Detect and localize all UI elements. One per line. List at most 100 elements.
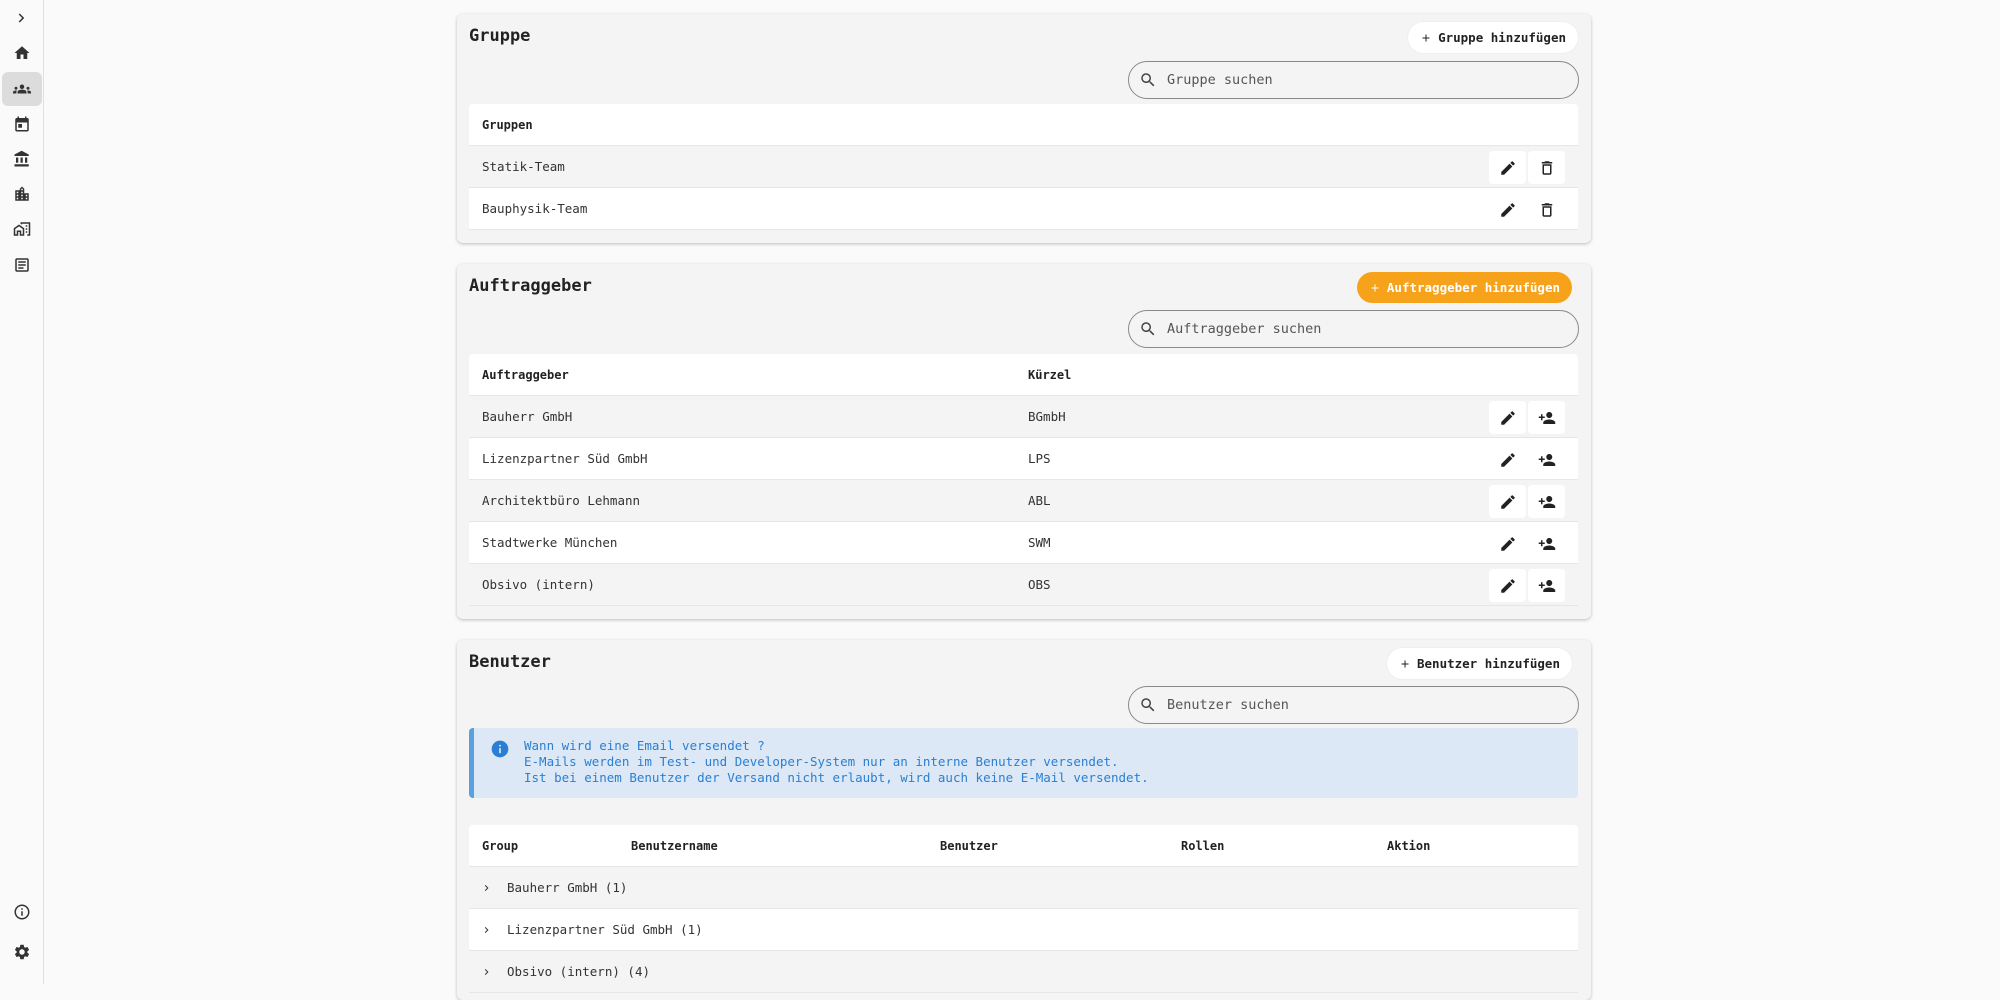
auftraggeber-kuerzel: SWM: [1028, 535, 1051, 550]
table-row[interactable]: Statik-Team: [469, 146, 1578, 188]
table-header: Auftraggeber Kürzel: [469, 354, 1578, 396]
pencil-icon: [1500, 452, 1515, 467]
info-heading: Wann wird eine Email versendet ?: [524, 738, 765, 753]
add-gruppe-button[interactable]: Gruppe hinzufügen: [1408, 22, 1578, 53]
notes-icon: [15, 258, 29, 272]
gruppe-name: Statik-Team: [482, 159, 565, 174]
table-header: Group Benutzername Benutzer Rollen Aktio…: [469, 825, 1578, 867]
pencil-icon: [1500, 494, 1515, 509]
info-icon: [14, 904, 30, 920]
info-line: E-Mails werden im Test- und Developer-Sy…: [524, 754, 1119, 769]
add-auftraggeber-button[interactable]: Auftraggeber hinzufügen: [1356, 272, 1572, 303]
auftraggeber-table: Auftraggeber Kürzel Bauherr GmbH BGmbH L…: [469, 354, 1578, 606]
benutzer-search[interactable]: [1128, 686, 1579, 724]
gruppe-search[interactable]: [1128, 61, 1579, 99]
chevron-right-icon: [484, 968, 489, 975]
table-header: Gruppen: [469, 104, 1578, 146]
person-add-icon: [1538, 537, 1555, 550]
benutzer-search-input[interactable]: [1165, 696, 1545, 714]
person-add-icon: [1538, 495, 1555, 508]
sidebar-item-info[interactable]: [2, 895, 42, 929]
table-row[interactable]: Obsivo (intern) OBS: [469, 564, 1578, 606]
add-person-button[interactable]: [1528, 401, 1565, 434]
auftraggeber-card: Auftraggeber Auftraggeber hinzufügen Auf…: [457, 264, 1591, 619]
chevron-right-icon: [484, 926, 489, 933]
delete-button[interactable]: [1528, 193, 1565, 226]
edit-button[interactable]: [1489, 527, 1526, 560]
gruppe-name: Bauphysik-Team: [482, 201, 588, 216]
table-row[interactable]: Bauherr GmbH BGmbH: [469, 396, 1578, 438]
column-header-benutzername: Benutzername: [631, 838, 718, 853]
add-person-button[interactable]: [1528, 443, 1565, 476]
table-row[interactable]: Lizenzpartner Süd GmbH LPS: [469, 438, 1578, 480]
edit-button[interactable]: [1489, 485, 1526, 518]
table-row[interactable]: Architektbüro Lehmann ABL: [469, 480, 1578, 522]
auftraggeber-kuerzel: ABL: [1028, 493, 1051, 508]
sidebar-item-calendar[interactable]: [2, 107, 42, 141]
sidebar-item-bank[interactable]: [2, 142, 42, 176]
add-gruppe-label: Gruppe hinzufügen: [1438, 30, 1566, 45]
auftraggeber-kuerzel: BGmbH: [1028, 409, 1066, 424]
group-count: (1): [680, 922, 703, 937]
add-benutzer-label: Benutzer hinzufügen: [1417, 656, 1560, 671]
trash-icon: [1541, 202, 1552, 217]
sidebar-item-users[interactable]: [2, 72, 42, 106]
group-count: (4): [627, 964, 650, 979]
edit-button[interactable]: [1489, 443, 1526, 476]
chevron-right-icon: [484, 884, 489, 891]
add-person-button[interactable]: [1528, 485, 1565, 518]
column-header-group: Group: [482, 838, 519, 853]
add-benutzer-button[interactable]: Benutzer hinzufügen: [1387, 648, 1572, 679]
edit-button[interactable]: [1489, 193, 1526, 226]
column-header-gruppen: Gruppen: [482, 117, 533, 132]
column-header-rollen: Rollen: [1181, 838, 1225, 853]
auftraggeber-search-input[interactable]: [1165, 320, 1545, 338]
info-icon: [491, 740, 509, 758]
sidebar: [0, 0, 44, 984]
benutzer-card: Benutzer Benutzer hinzufügen Wann wird e…: [457, 640, 1591, 1000]
sidebar-item-notes[interactable]: [2, 248, 42, 282]
table-row[interactable]: Bauphysik-Team: [469, 188, 1578, 230]
edit-button[interactable]: [1489, 151, 1526, 184]
sidebar-item-settings[interactable]: [2, 935, 42, 969]
gruppe-title: Gruppe: [469, 26, 531, 46]
table-row[interactable]: Stadtwerke München SWM: [469, 522, 1578, 564]
group-row[interactable]: Bauherr GmbH (1): [469, 867, 1578, 909]
chevron-right-icon: [18, 13, 25, 23]
auftraggeber-kuerzel: OBS: [1028, 577, 1051, 592]
group-count: (1): [604, 880, 628, 895]
pencil-icon: [1500, 578, 1515, 593]
auftraggeber-kuerzel: LPS: [1028, 451, 1051, 466]
auftraggeber-name: Bauherr GmbH: [482, 409, 573, 424]
add-auftraggeber-label: Auftraggeber hinzufügen: [1386, 280, 1560, 295]
expand-sidebar-button[interactable]: [2, 1, 42, 35]
add-person-button[interactable]: [1528, 569, 1565, 602]
pencil-icon: [1500, 160, 1515, 175]
search-icon: [1141, 322, 1155, 336]
benutzer-title: Benutzer: [469, 652, 551, 672]
bank-icon: [14, 150, 29, 167]
gruppe-search-input[interactable]: [1165, 71, 1545, 89]
auftraggeber-search[interactable]: [1128, 310, 1579, 348]
email-info-alert: Wann wird eine Email versendet ? E-Mails…: [469, 728, 1578, 798]
person-add-icon: [1538, 453, 1555, 466]
pencil-icon: [1500, 410, 1515, 425]
column-header-kuerzel: Kürzel: [1028, 367, 1072, 382]
search-icon: [1141, 698, 1155, 712]
auftraggeber-name: Architektbüro Lehmann: [482, 493, 641, 508]
plus-icon: [1422, 34, 1430, 41]
group-name: Bauherr GmbH: [507, 880, 598, 895]
sidebar-item-building[interactable]: [2, 177, 42, 211]
gruppe-card: Gruppe Gruppe hinzufügen Gruppen Statik-…: [457, 14, 1591, 243]
sidebar-item-home[interactable]: [2, 36, 42, 70]
group-row[interactable]: Obsivo (intern) (4): [469, 951, 1578, 993]
calendar-icon: [15, 116, 29, 132]
sidebar-item-domain[interactable]: [2, 212, 42, 246]
delete-button[interactable]: [1528, 151, 1565, 184]
home-icon: [14, 46, 30, 59]
group-row[interactable]: Lizenzpartner Süd GmbH (1): [469, 909, 1578, 951]
add-person-button[interactable]: [1528, 527, 1565, 560]
edit-button[interactable]: [1489, 569, 1526, 602]
person-add-icon: [1538, 579, 1555, 592]
edit-button[interactable]: [1489, 401, 1526, 434]
